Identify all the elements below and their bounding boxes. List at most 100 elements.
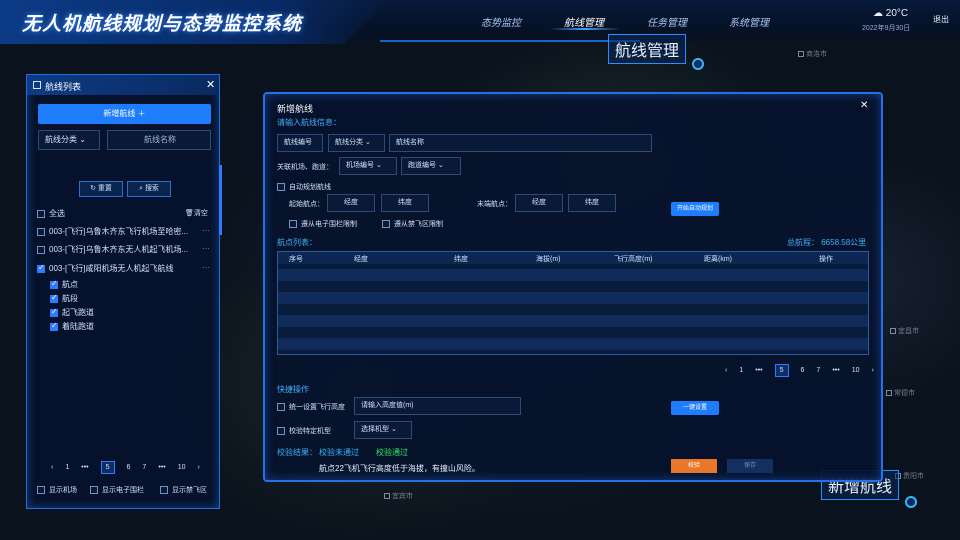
validation-message: 航点22飞机飞行高度低于海拔，有撞山风险。	[319, 464, 480, 473]
refresh-icon: ↻	[90, 185, 96, 192]
route-item[interactable]: 003-[飞行]乌鲁木齐东无人机起飞机场... ⋯	[37, 244, 217, 255]
search-button[interactable]: ⌕ 搜索	[127, 181, 171, 197]
show-nofly-toggle[interactable]: 显示禁飞区	[160, 485, 207, 495]
city-label: 宜宾市	[384, 491, 413, 501]
more-icon[interactable]: ⋯	[202, 263, 210, 272]
save-button[interactable]: 保存	[727, 459, 773, 473]
weather: ☁ 20°C	[873, 8, 908, 19]
add-route-dialog: 新增航线 ✕ 请输入航线信息： 航线编号 航线分类 ⌄ 航线名称 关联机场、跑道…	[263, 92, 883, 482]
trash-icon: 🗑	[185, 210, 194, 217]
end-waypoint-label: 末端航点：	[477, 201, 512, 208]
city-label: 宜昌市	[890, 326, 919, 336]
nav-tab-task-management[interactable]: 任务管理	[647, 14, 687, 29]
route-category-select[interactable]: 航线分类 ⌄	[328, 134, 385, 152]
checkbox[interactable]	[37, 209, 45, 218]
clear-button[interactable]: 🗑清空	[185, 208, 208, 218]
dialog-title: 新增航线	[277, 104, 314, 114]
close-icon[interactable]: ✕	[860, 100, 868, 111]
prev-page-icon[interactable]: ‹	[51, 464, 53, 471]
app-title: 无人机航线规划与态势监控系统	[22, 14, 303, 35]
route-item[interactable]: 003-[飞行]咸阳机场无人机起飞航线⋯	[37, 263, 217, 274]
result-label: 校验结果：	[277, 448, 317, 457]
route-management-label: 航线管理	[608, 34, 704, 70]
next-page-icon[interactable]: ›	[871, 367, 873, 374]
add-route-button[interactable]: 新增航线 ＋	[38, 104, 211, 124]
top-header: 无人机航线规划与态势监控系统 态势监控 航线管理 任务管理 系统管理 ☁ 20°…	[0, 0, 960, 44]
nav-tab-route-management[interactable]: 航线管理	[564, 14, 604, 29]
model-select[interactable]: 选择机型 ⌄	[354, 421, 412, 439]
table-pagination[interactable]: ‹ 1 ••• 5 6 7 ••• 10 ›	[725, 364, 874, 377]
chevron-down-icon: ⌄	[390, 426, 397, 433]
sub-item-landing-runway[interactable]: 着陆跑道	[50, 321, 94, 332]
nav-tab-situation[interactable]: 态势监控	[481, 14, 521, 29]
end-lat-input[interactable]: 纬度	[568, 194, 616, 212]
route-name-input[interactable]: 航线名称	[389, 134, 652, 152]
chevron-down-icon: ⌄	[364, 139, 371, 146]
chevron-down-icon: ⌄	[375, 162, 382, 169]
quick-ops-label: 快捷操作	[277, 385, 309, 394]
route-number-input[interactable]: 航线编号	[277, 134, 323, 152]
follow-fence-toggle[interactable]: 遵从电子围栏限制	[289, 219, 357, 229]
result-pass: 校验通过	[376, 448, 408, 457]
waypoints-label: 航点列表：	[277, 238, 317, 247]
prev-page-icon[interactable]: ‹	[725, 367, 727, 374]
start-lng-input[interactable]: 经度	[327, 194, 375, 212]
one-click-set-button[interactable]: 一键设置	[671, 401, 719, 415]
sub-item-takeoff-runway[interactable]: 起飞跑道	[50, 307, 94, 318]
table-row[interactable]	[278, 269, 868, 281]
route-item[interactable]: 003-[飞行]乌鲁木齐东飞行机场至哈密... ⋯	[37, 226, 217, 237]
waypoints-table: 序号 经度 纬度 海拔(m) 飞行高度(m) 距离(km) 操作	[277, 251, 869, 355]
active-tab-indicator	[550, 28, 620, 30]
end-lng-input[interactable]: 经度	[515, 194, 563, 212]
search-icon: ⌕	[139, 185, 143, 192]
sub-item-waypoint[interactable]: 航点	[50, 279, 78, 290]
show-airport-toggle[interactable]: 显示机场	[37, 485, 77, 495]
auto-plan-toggle[interactable]: 自动规划航线	[277, 182, 331, 192]
route-list-panel: 航线列表 ✕ 新增航线 ＋ 航线分类 ⌄ 航线名称 ↻ 重置 ⌕ 搜索 全选 🗑…	[26, 74, 222, 509]
scrollbar[interactable]	[219, 165, 222, 235]
section-info-label: 请输入航线信息：	[277, 118, 341, 127]
list-icon	[33, 81, 41, 89]
check-button[interactable]: 校验	[671, 459, 717, 473]
date: 2022年9月30日	[862, 25, 911, 32]
table-row[interactable]	[278, 292, 868, 304]
chevron-down-icon: ⌄	[437, 162, 444, 169]
category-select[interactable]: 航线分类 ⌄	[38, 130, 100, 150]
next-page-icon[interactable]: ›	[197, 464, 199, 471]
start-waypoint-label: 起始航点：	[289, 201, 324, 208]
more-icon[interactable]: ⋯	[202, 244, 210, 253]
total-range: 总航程： 6658.58公里	[787, 238, 867, 247]
close-icon[interactable]: ✕	[206, 78, 215, 91]
start-lat-input[interactable]: 纬度	[381, 194, 429, 212]
airport-select[interactable]: 机场编号 ⌄	[339, 157, 397, 175]
route-name-input[interactable]: 航线名称	[107, 130, 211, 150]
checkbox[interactable]	[37, 227, 45, 236]
reset-button[interactable]: ↻ 重置	[79, 181, 123, 197]
unify-height-toggle[interactable]: 统一设置飞行高度	[277, 402, 345, 412]
check-model-toggle[interactable]: 校验特定机型	[277, 426, 331, 436]
city-label: 商洛市	[798, 49, 827, 59]
panel-title: 航线列表	[45, 82, 82, 92]
more-icon[interactable]: ⋯	[202, 226, 210, 235]
follow-nofly-toggle[interactable]: 遵从禁飞区限制	[382, 219, 443, 229]
height-input[interactable]: 请输入高度值(m)	[354, 397, 521, 415]
runway-select[interactable]: 跑道编号 ⌄	[401, 157, 461, 175]
select-all[interactable]: 全选	[37, 208, 65, 219]
link-label: 关联机场、跑道：	[277, 164, 333, 171]
city-label: 常德市	[886, 388, 915, 398]
show-fence-toggle[interactable]: 显示电子围栏	[90, 485, 144, 495]
logout-button[interactable]: 退出	[933, 14, 949, 25]
sidebar-pagination[interactable]: ‹ 1 ••• 5 6 7 ••• 10 ›	[51, 461, 200, 474]
temperature: 20°C	[885, 8, 909, 19]
sub-item-segment[interactable]: 航段	[50, 293, 78, 304]
start-auto-plan-button[interactable]: 开始自动规划	[671, 202, 719, 216]
table-header: 序号 经度 纬度 海拔(m) 飞行高度(m) 距离(km) 操作	[278, 252, 868, 264]
checkbox[interactable]	[37, 263, 45, 273]
checkbox[interactable]	[37, 245, 45, 254]
table-row[interactable]	[278, 338, 868, 350]
table-row[interactable]	[278, 315, 868, 327]
city-label: 贵阳市	[895, 471, 924, 481]
magnifier-icon	[905, 496, 917, 508]
magnifier-icon	[692, 58, 704, 70]
nav-tab-system-management[interactable]: 系统管理	[729, 14, 769, 29]
